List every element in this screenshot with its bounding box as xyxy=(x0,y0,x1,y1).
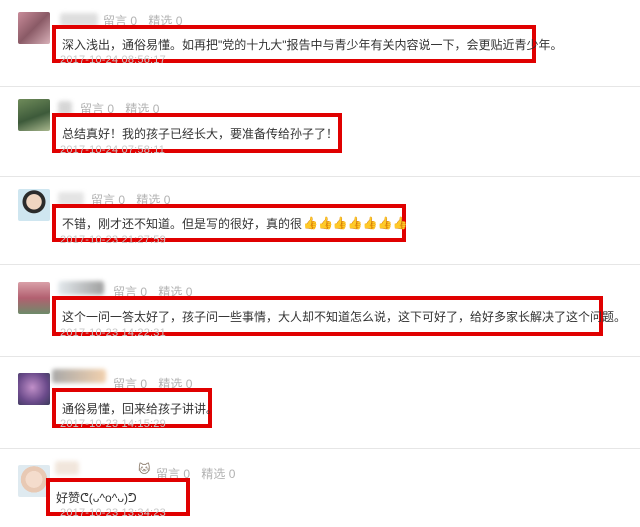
comment-timestamp: 2017-10-23 14:15:29 xyxy=(60,418,166,430)
thumbs-up-icon: 👍👍👍👍👍👍👍 xyxy=(303,216,408,230)
comment-text: 总结真好！我的孩子已经长大，要准备传给孙子了！ xyxy=(62,126,339,141)
username-blurred xyxy=(52,369,106,383)
comment-timestamp: 2017-10-24 08:56:17 xyxy=(60,54,166,66)
username-blurred xyxy=(55,461,79,475)
pick-count[interactable]: 精选 0 xyxy=(201,467,235,481)
avatar[interactable] xyxy=(18,189,50,221)
comment-text: 好赞ᕦ(ᴗ^o^ᴗ)ᕤ xyxy=(56,490,137,505)
cat-icon: 🐱 xyxy=(138,462,151,476)
comment-item: 留言 0 精选 0 不错，刚才还不知道。但是写的很好，真的很 👍👍👍👍👍👍👍 2… xyxy=(0,177,640,265)
comment-item: 留言 0 精选 0 这个一问一答太好了，孩子问一些事情，大人却不知道怎么说，这下… xyxy=(0,265,640,357)
avatar[interactable] xyxy=(18,373,50,405)
comment-timestamp: 2017-10-23 21:27:59 xyxy=(60,234,166,246)
username-blurred xyxy=(58,281,104,295)
comment-item: 🐱 留言 0 精选 0 好赞ᕦ(ᴗ^o^ᴗ)ᕤ 2017-10-23 13:34… xyxy=(0,449,640,527)
comment-item: 留言 0 精选 0 总结真好！我的孩子已经长大，要准备传给孙子了！ 2017-1… xyxy=(0,87,640,177)
avatar[interactable] xyxy=(18,99,50,131)
avatar[interactable] xyxy=(18,12,50,44)
avatar[interactable] xyxy=(18,282,50,314)
comment-item: 留言 0 精选 0 通俗易懂，回来给孩子讲讲。 2017-10-23 14:15… xyxy=(0,357,640,449)
comment-text: 深入浅出，通俗易懂。如再把"党的十九大"报告中与青少年有关内容说一下，会更贴近青… xyxy=(62,37,563,52)
comment-timestamp: 2017-10-24 07:58:11 xyxy=(60,144,166,156)
comment-item: 留言 0 精选 0 深入浅出，通俗易懂。如再把"党的十九大"报告中与青少年有关内… xyxy=(0,0,640,87)
comment-text: 不错，刚才还不知道。但是写的很好，真的很 xyxy=(62,216,303,231)
comment-text: 通俗易懂，回来给孩子讲讲。 xyxy=(62,401,219,416)
comment-timestamp: 2017-10-23 14:22:31 xyxy=(60,327,166,339)
comment-timestamp: 2017-10-23 13:34:23 xyxy=(60,507,166,519)
comment-text: 这个一问一答太好了，孩子问一些事情，大人却不知道怎么说，这下可好了，给好多家长解… xyxy=(62,309,627,324)
